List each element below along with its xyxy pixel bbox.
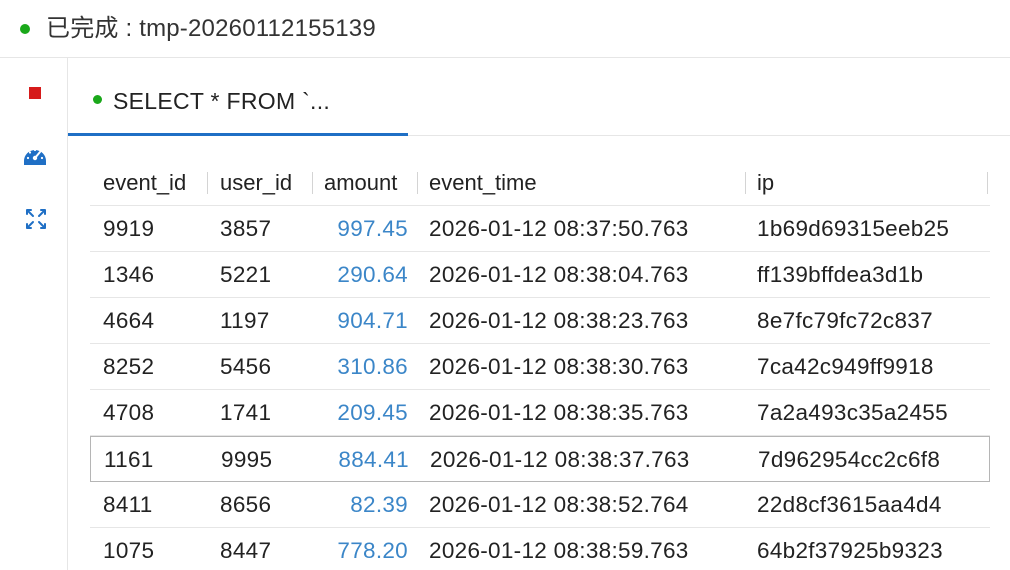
cell-amount[interactable]: 778.20 xyxy=(305,538,408,564)
tab-query-result[interactable]: SELECT * FROM `... xyxy=(68,58,408,136)
cell-ip[interactable]: 7a2a493c35a2455 xyxy=(757,400,948,426)
table-row[interactable]: 4708 1741 209.45 2026-01-12 08:38:35.763 7a2… xyxy=(90,390,990,436)
cell-event-id[interactable]: 8252 xyxy=(103,354,154,380)
cell-event-id[interactable]: 9919 xyxy=(103,216,154,242)
cell-event-id[interactable]: 4664 xyxy=(103,308,154,334)
cell-event-time[interactable]: 2026-01-12 08:38:04.763 xyxy=(429,262,689,288)
cell-ip[interactable]: 7d962954cc2c6f8 xyxy=(758,447,940,473)
cell-event-time[interactable]: 2026-01-12 08:38:30.763 xyxy=(429,354,689,380)
result-tab-bar: SELECT * FROM `... xyxy=(68,58,1010,136)
cell-user-id[interactable]: 5221 xyxy=(220,262,271,288)
cell-event-id[interactable]: 1161 xyxy=(104,447,154,473)
cell-ip[interactable]: 8e7fc79fc72c837 xyxy=(757,308,933,334)
column-resize-handle[interactable] xyxy=(987,172,988,194)
cell-user-id[interactable]: 5456 xyxy=(220,354,271,380)
cell-user-id[interactable]: 8447 xyxy=(220,538,271,564)
column-header-ip[interactable]: ip xyxy=(757,170,774,196)
cell-event-time[interactable]: 2026-01-12 08:38:59.763 xyxy=(429,538,689,564)
column-resize-handle[interactable] xyxy=(312,172,313,194)
tab-status-dot xyxy=(93,95,102,104)
cell-ip[interactable]: 7ca42c949ff9918 xyxy=(757,354,934,380)
stop-icon[interactable] xyxy=(29,87,41,99)
status-text: 已完成 : tmp-20260112155139 xyxy=(46,15,376,42)
cell-user-id[interactable]: 8656 xyxy=(220,492,271,518)
cell-user-id[interactable]: 9995 xyxy=(221,447,272,473)
cell-amount[interactable]: 209.45 xyxy=(305,400,408,426)
column-resize-handle[interactable] xyxy=(745,172,746,194)
gauge-icon[interactable] xyxy=(22,144,48,170)
cell-event-time[interactable]: 2026-01-12 08:38:35.763 xyxy=(429,400,689,426)
cell-event-id[interactable]: 8411 xyxy=(103,492,153,518)
cell-amount[interactable]: 310.86 xyxy=(305,354,408,380)
cell-event-id[interactable]: 1346 xyxy=(103,262,154,288)
cell-event-time[interactable]: 2026-01-12 08:37:50.763 xyxy=(429,216,689,242)
column-header-user-id[interactable]: user_id xyxy=(220,170,292,196)
status-dot xyxy=(20,24,30,34)
expand-icon[interactable] xyxy=(25,208,47,230)
cell-event-id[interactable]: 4708 xyxy=(103,400,154,426)
cell-event-id[interactable]: 1075 xyxy=(103,538,154,564)
cell-user-id[interactable]: 1197 xyxy=(220,308,270,334)
column-header-event-id[interactable]: event_id xyxy=(103,170,186,196)
cell-amount[interactable]: 997.45 xyxy=(305,216,408,242)
table-row[interactable]: 8252 5456 310.86 2026-01-12 08:38:30.763 7ca… xyxy=(90,344,990,390)
cell-ip[interactable]: 1b69d69315eeb25 xyxy=(757,216,949,242)
table-header: event_id user_id amount event_time ip xyxy=(90,160,990,206)
column-header-amount[interactable]: amount xyxy=(324,170,397,196)
cell-ip[interactable]: 22d8cf3615aa4d4 xyxy=(757,492,942,518)
side-toolbar xyxy=(0,58,68,570)
table-row[interactable]: 4664 1197 904.71 2026-01-12 08:38:23.763 8e7… xyxy=(90,298,990,344)
cell-amount[interactable]: 884.41 xyxy=(306,447,409,473)
table-row[interactable]: 8411 8656 82.39 2026-01-12 08:38:52.764 22d8… xyxy=(90,482,990,528)
cell-amount[interactable]: 82.39 xyxy=(305,492,408,518)
column-resize-handle[interactable] xyxy=(417,172,418,194)
table-row[interactable]: 1346 5221 290.64 2026-01-12 08:38:04.763 ff1… xyxy=(90,252,990,298)
table-row[interactable]: 1075 8447 778.20 2026-01-12 08:38:59.763 64b… xyxy=(90,528,990,570)
cell-amount[interactable]: 904.71 xyxy=(305,308,408,334)
cell-ip[interactable]: ff139bffdea3d1b xyxy=(757,262,923,288)
table-row[interactable]: 1161 9995 884.41 2026-01-12 08:38:37.763 7d9… xyxy=(90,436,990,482)
tab-label: SELECT * FROM `... xyxy=(113,88,331,114)
cell-event-time[interactable]: 2026-01-12 08:38:37.763 xyxy=(430,447,690,473)
column-header-event-time[interactable]: event_time xyxy=(429,170,537,196)
status-bar: 已完成 : tmp-20260112155139 xyxy=(0,0,1010,58)
cell-user-id[interactable]: 1741 xyxy=(220,400,271,426)
cell-user-id[interactable]: 3857 xyxy=(220,216,271,242)
cell-event-time[interactable]: 2026-01-12 08:38:23.763 xyxy=(429,308,689,334)
result-table: event_id user_id amount event_time ip 99… xyxy=(90,160,990,570)
cell-ip[interactable]: 64b2f37925b9323 xyxy=(757,538,943,564)
table-row[interactable]: 9919 3857 997.45 2026-01-12 08:37:50.763 1b6… xyxy=(90,206,990,252)
cell-amount[interactable]: 290.64 xyxy=(305,262,408,288)
cell-event-time[interactable]: 2026-01-12 08:38:52.764 xyxy=(429,492,689,518)
column-resize-handle[interactable] xyxy=(207,172,208,194)
